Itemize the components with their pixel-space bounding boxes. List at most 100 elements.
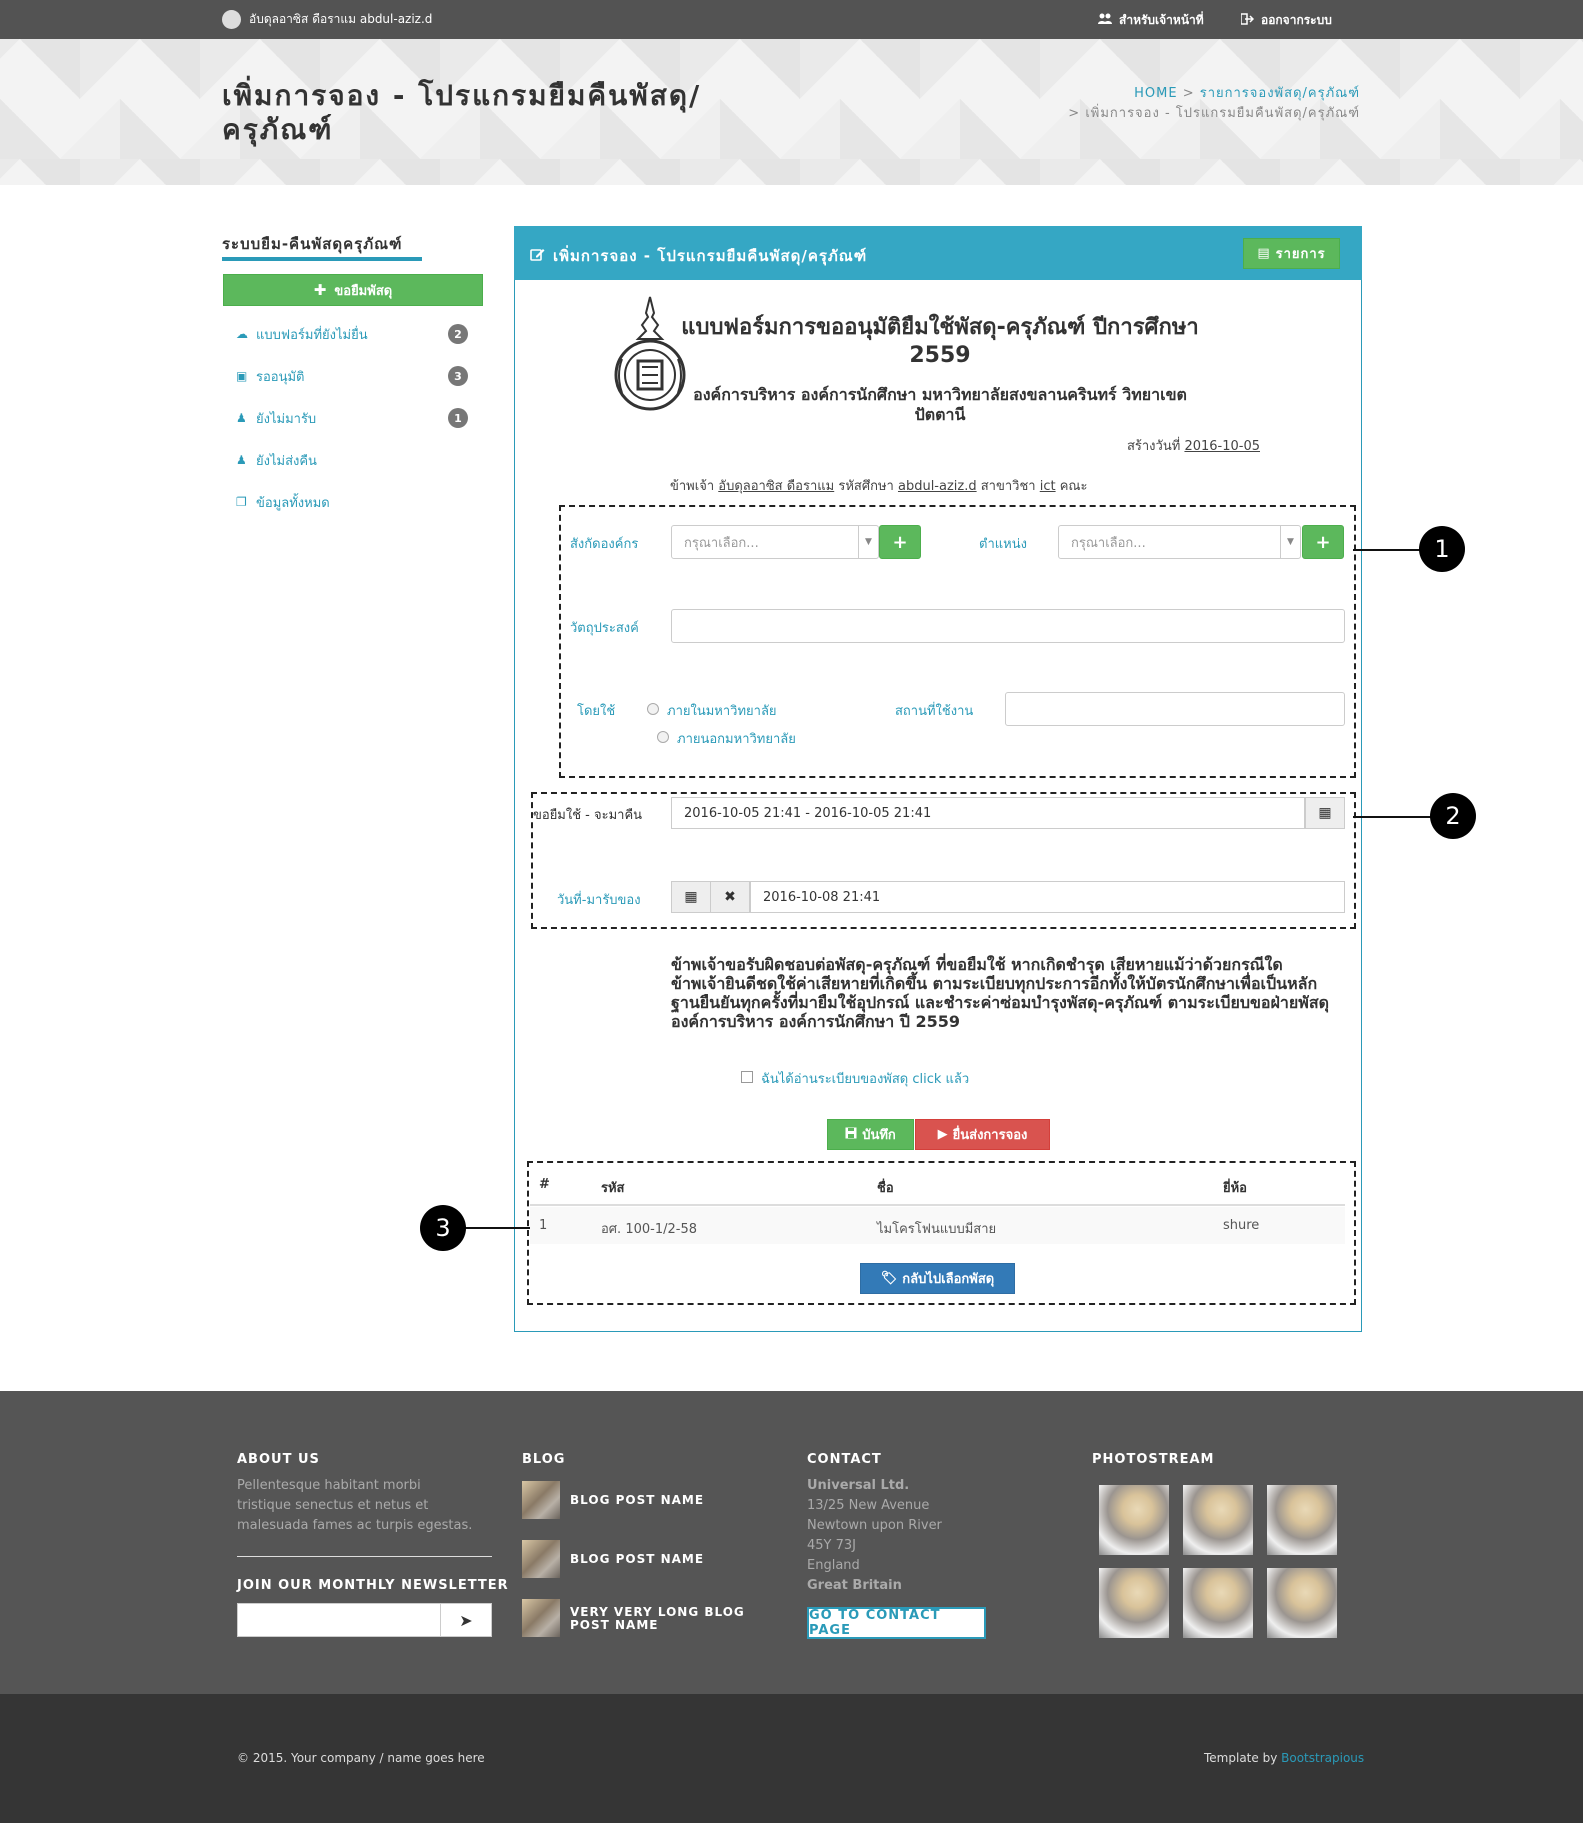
calendar-button[interactable]: ▦ bbox=[1305, 797, 1345, 829]
created-date-value: 2016-10-05 bbox=[1184, 439, 1260, 454]
add-position-button[interactable]: + bbox=[1302, 525, 1344, 559]
blog-post-link[interactable]: BLOG POST NAME bbox=[570, 1494, 704, 1507]
agreement-checkbox-label[interactable]: ฉันได้อ่านระเบียบของพัสดุ click แล้ว bbox=[761, 1068, 969, 1089]
contact-address: Universal Ltd. 13/25 New Avenue Newtown … bbox=[807, 1476, 942, 1596]
contact-line: England bbox=[807, 1558, 860, 1573]
pickup-date-input[interactable]: 2016-10-08 21:41 bbox=[750, 881, 1345, 913]
breadcrumb-list[interactable]: รายการจองพัสดุ/ครุภัณฑ์ bbox=[1200, 86, 1360, 101]
org-label: สังกัดองค์กร bbox=[570, 537, 639, 552]
photostream-image[interactable] bbox=[1267, 1568, 1337, 1638]
photostream-image[interactable] bbox=[1099, 1568, 1169, 1638]
newsletter-email-input[interactable] bbox=[237, 1603, 442, 1637]
staff-link[interactable]: สำหรับเจ้าหน้าที่ bbox=[1098, 11, 1204, 30]
cloud-upload-icon: ☁ bbox=[236, 327, 248, 341]
location-input[interactable] bbox=[1005, 692, 1345, 726]
template-by-label: Template by bbox=[1204, 1751, 1278, 1765]
badge-count: 1 bbox=[448, 408, 468, 428]
blog-post-link[interactable]: VERY VERY LONG BLOG POST NAME bbox=[570, 1606, 770, 1632]
sidebar-item-not-picked-up[interactable]: ♟ ยังไม่มารับ 1 bbox=[236, 407, 476, 429]
paper-plane-icon: ➤ bbox=[459, 1610, 473, 1630]
staff-link-label: สำหรับเจ้าหน้าที่ bbox=[1119, 13, 1204, 27]
student-id: abdul-aziz.d bbox=[897, 479, 977, 494]
location-label: สถานที่ใช้งาน bbox=[895, 704, 974, 719]
applicant-prefix: ข้าพเจ้า bbox=[670, 479, 715, 494]
table-header-index: # bbox=[539, 1177, 550, 1192]
breadcrumb-separator: > bbox=[1068, 106, 1086, 121]
contact-line: 13/25 New Avenue bbox=[807, 1498, 930, 1513]
major-label: สาขาวิชา bbox=[980, 479, 1036, 494]
table-cell-brand: shure bbox=[1223, 1218, 1260, 1233]
created-date: สร้างวันที่ 2016-10-05 bbox=[1100, 435, 1260, 456]
plus-icon: + bbox=[892, 531, 908, 553]
org-select-placeholder: กรุณาเลือก... bbox=[684, 535, 759, 551]
inside-radio[interactable] bbox=[647, 703, 659, 715]
contact-company: Universal Ltd. bbox=[807, 1478, 910, 1493]
form-title: แบบฟอร์มการขออนุมัติยืมใช้พัสดุ-ครุภัณฑ์… bbox=[681, 315, 1199, 368]
sidebar-item-pending[interactable]: ▣ รออนุมัติ 3 bbox=[236, 365, 476, 387]
borrow-range-input[interactable]: 2016-10-05 21:41 - 2016-10-05 21:41 bbox=[671, 797, 1305, 829]
borrow-button-label: ขอยืมพัสดุ bbox=[334, 283, 393, 299]
badge-count: 2 bbox=[448, 324, 468, 344]
org-select[interactable]: กรุณาเลือก... ▼ bbox=[671, 525, 879, 559]
blog-thumbnail[interactable] bbox=[522, 1540, 560, 1578]
template-link[interactable]: Bootstrapious bbox=[1281, 1751, 1364, 1765]
blog-post-link[interactable]: BLOG POST NAME bbox=[570, 1553, 704, 1566]
photostream-image[interactable] bbox=[1099, 1485, 1169, 1555]
user-info[interactable]: อับดุลอาซิส ดือราแม abdul-aziz.d bbox=[222, 10, 432, 29]
close-icon: ✖ bbox=[724, 889, 736, 905]
agreement-text: ข้าพเจ้าขอรับผิดชอบต่อพัสดุ-ครุภัณฑ์ ที่… bbox=[671, 955, 1329, 1031]
sidebar-item-drafts[interactable]: ☁ แบบฟอร์มที่ยังไม่ยื่น 2 bbox=[236, 323, 476, 345]
floppy-disk-icon bbox=[845, 1127, 857, 1143]
logout-link[interactable]: ออกจากระบบ bbox=[1240, 11, 1332, 30]
photostream-title: PHOTOSTREAM bbox=[1092, 1452, 1215, 1467]
chevron-down-icon: ▼ bbox=[858, 526, 878, 558]
university-seal-logo bbox=[612, 295, 688, 417]
borrow-range-label: ขอยืมใช้ - จะมาคืน bbox=[533, 808, 643, 823]
add-org-button[interactable]: + bbox=[879, 525, 921, 559]
pickup-calendar-button[interactable]: ▦ bbox=[671, 881, 711, 913]
avatar bbox=[222, 10, 241, 29]
blog-thumbnail[interactable] bbox=[522, 1481, 560, 1519]
sidebar-item-all-data[interactable]: ❐ ข้อมูลทั้งหมด bbox=[236, 491, 476, 513]
page-title: เพิ่มการจอง - โปรแกรมยืมคืนพัสดุ/ครุภัณฑ… bbox=[222, 79, 702, 146]
back-to-items-button[interactable]: 🏷 กลับไปเลือกพัสดุ bbox=[860, 1263, 1015, 1294]
photostream-image[interactable] bbox=[1183, 1568, 1253, 1638]
table-header-brand: ยี่ห้อ bbox=[1223, 1181, 1247, 1196]
photostream-image[interactable] bbox=[1267, 1485, 1337, 1555]
save-button[interactable]: บันทึก bbox=[827, 1119, 914, 1150]
agreement-checkbox[interactable] bbox=[741, 1071, 753, 1083]
sidebar-item-label: แบบฟอร์มที่ยังไม่ยื่น bbox=[256, 327, 368, 343]
panel-title-text: เพิ่มการจอง - โปรแกรมยืมคืนพัสดุ/ครุภัณฑ… bbox=[553, 247, 868, 265]
panel-title: เพิ่มการจอง - โปรแกรมยืมคืนพัสดุ/ครุภัณฑ… bbox=[530, 244, 867, 268]
about-text: Pellentesque habitant morbi tristique se… bbox=[237, 1478, 473, 1533]
badge-count: 3 bbox=[448, 366, 468, 386]
sidebar-item-label: รออนุมัติ bbox=[256, 369, 305, 385]
table-header-divider bbox=[530, 1204, 1345, 1206]
list-button[interactable]: ▤ รายการ bbox=[1243, 238, 1340, 269]
inbox-icon: ▣ bbox=[236, 369, 248, 383]
sign-out-icon bbox=[1240, 13, 1255, 28]
table-cell-index: 1 bbox=[539, 1218, 548, 1233]
contact-line: Newtown upon River bbox=[807, 1518, 942, 1533]
inside-option-label: ภายในมหาวิทยาลัย bbox=[667, 704, 777, 719]
pickup-clear-button[interactable]: ✖ bbox=[710, 881, 750, 913]
sidebar-item-not-returned[interactable]: ♟ ยังไม่ส่งคืน bbox=[236, 449, 476, 471]
newsletter-send-button[interactable]: ➤ bbox=[440, 1603, 492, 1637]
photostream-image[interactable] bbox=[1183, 1485, 1253, 1555]
table-cell-name: ไมโครโฟนแบบมีสาย bbox=[877, 1222, 997, 1237]
submit-booking-button[interactable]: ▶ ยื่นส่งการจอง bbox=[915, 1119, 1050, 1150]
borrow-button[interactable]: ✚ ขอยืมพัสดุ bbox=[223, 274, 483, 306]
purpose-input[interactable] bbox=[671, 609, 1345, 643]
outside-option-label: ภายนอกมหาวิทยาลัย bbox=[677, 732, 796, 747]
users-icon bbox=[1098, 13, 1112, 28]
tags-icon: 🏷 bbox=[880, 1271, 898, 1286]
copyright: © 2015. Your company / name goes here bbox=[237, 1751, 485, 1765]
breadcrumb-separator: > bbox=[1182, 86, 1200, 101]
position-select[interactable]: กรุณาเลือก... ▼ bbox=[1058, 525, 1301, 559]
blog-thumbnail[interactable] bbox=[522, 1599, 560, 1637]
contact-page-button[interactable]: GO TO CONTACT PAGE bbox=[807, 1607, 986, 1639]
outside-radio[interactable] bbox=[657, 731, 669, 743]
list-icon: ▤ bbox=[1257, 246, 1271, 261]
breadcrumb-home[interactable]: HOME bbox=[1134, 86, 1177, 101]
blog-title: BLOG bbox=[522, 1452, 566, 1467]
